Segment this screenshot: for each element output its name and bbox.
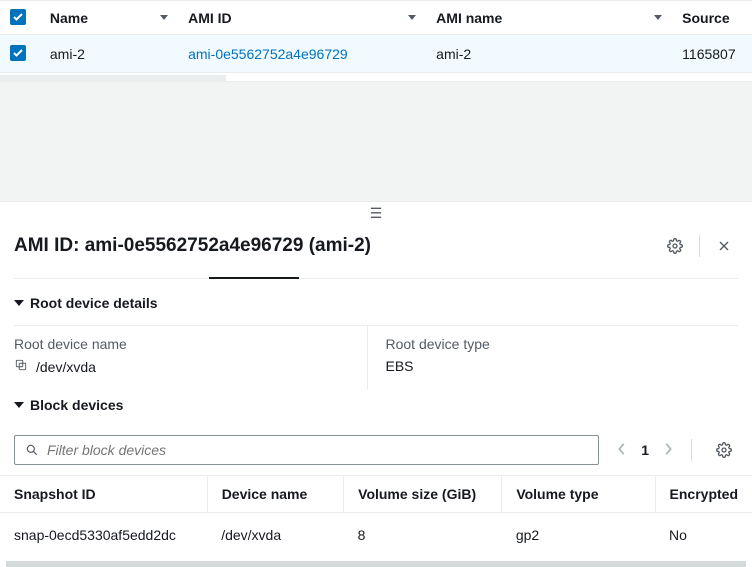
- pager-page: 1: [641, 442, 649, 458]
- sort-icon: [654, 15, 662, 20]
- block-devices-table: Snapshot ID Device name Volume size (GiB…: [0, 475, 752, 557]
- column-header-encrypted[interactable]: Encrypted: [655, 476, 752, 513]
- column-header-device-name[interactable]: Device name: [207, 476, 343, 513]
- sort-icon: [160, 15, 168, 20]
- cell-device-name: /dev/xvda: [207, 513, 343, 558]
- divider: [691, 439, 692, 461]
- sort-icon: [408, 15, 416, 20]
- column-header-volume-size[interactable]: Volume size (GiB): [344, 476, 502, 513]
- cell-ami-name: ami-2: [426, 35, 672, 73]
- tab-indicator: [14, 278, 738, 279]
- close-icon: [716, 238, 732, 254]
- ami-id-link[interactable]: ami-0e5562752a4e96729: [188, 46, 348, 62]
- block-devices-settings-button[interactable]: [710, 436, 738, 464]
- detail-title: AMI ID: ami-0e5562752a4e96729 (ami-2): [14, 235, 371, 257]
- filter-block-devices-input[interactable]: [47, 442, 588, 458]
- root-device-type-label: Root device type: [386, 336, 739, 352]
- cell-snapshot-id: snap-0ecd5330af5edd2dc: [0, 513, 207, 558]
- column-header-snapshot-id[interactable]: Snapshot ID: [0, 476, 207, 513]
- column-header-ami-id[interactable]: AMI ID: [178, 1, 426, 35]
- pager-prev[interactable]: [617, 442, 627, 459]
- row-checkbox[interactable]: [10, 45, 26, 61]
- cell-volume-type: gp2: [502, 513, 655, 558]
- ami-table: Name AMI ID AMI name Source ami-2 ami-0e…: [0, 1, 752, 73]
- column-header-name[interactable]: Name: [40, 1, 178, 35]
- gear-icon: [667, 238, 683, 254]
- root-device-name-value: /dev/xvda: [36, 359, 96, 375]
- copy-icon: [14, 358, 28, 372]
- root-device-details-toggle[interactable]: Root device details: [14, 295, 738, 311]
- block-devices-toggle[interactable]: Block devices: [14, 397, 738, 413]
- horizontal-scrollbar[interactable]: [6, 561, 746, 567]
- cell-volume-size: 8: [344, 513, 502, 558]
- caret-down-icon: [14, 402, 24, 408]
- chevron-right-icon: [663, 442, 673, 456]
- chevron-left-icon: [617, 442, 627, 456]
- cell-source: 1165807: [672, 35, 752, 73]
- copy-button[interactable]: [14, 358, 28, 375]
- select-all-checkbox[interactable]: [10, 9, 26, 25]
- gear-icon: [716, 442, 732, 458]
- cell-encrypted: No: [655, 513, 752, 558]
- search-icon: [25, 443, 39, 457]
- column-header-ami-name[interactable]: AMI name: [426, 1, 672, 35]
- empty-area: [0, 81, 752, 201]
- table-row[interactable]: snap-0ecd5330af5edd2dc /dev/xvda 8 gp2 N…: [0, 513, 752, 558]
- caret-down-icon: [14, 300, 24, 306]
- column-header-source[interactable]: Source: [672, 1, 752, 35]
- column-header-volume-type[interactable]: Volume type: [502, 476, 655, 513]
- divider: [699, 235, 700, 257]
- pager-next[interactable]: [663, 442, 673, 459]
- table-row[interactable]: ami-2 ami-0e5562752a4e96729 ami-2 116580…: [0, 35, 752, 73]
- settings-button[interactable]: [661, 232, 689, 260]
- cell-name: ami-2: [40, 35, 178, 73]
- resize-handle[interactable]: ☰: [0, 201, 752, 224]
- root-device-name-label: Root device name: [14, 336, 367, 352]
- drag-handle-icon: ☰: [370, 206, 383, 220]
- root-device-type-value: EBS: [386, 358, 414, 374]
- filter-input-wrap[interactable]: [14, 435, 599, 465]
- close-button[interactable]: [710, 232, 738, 260]
